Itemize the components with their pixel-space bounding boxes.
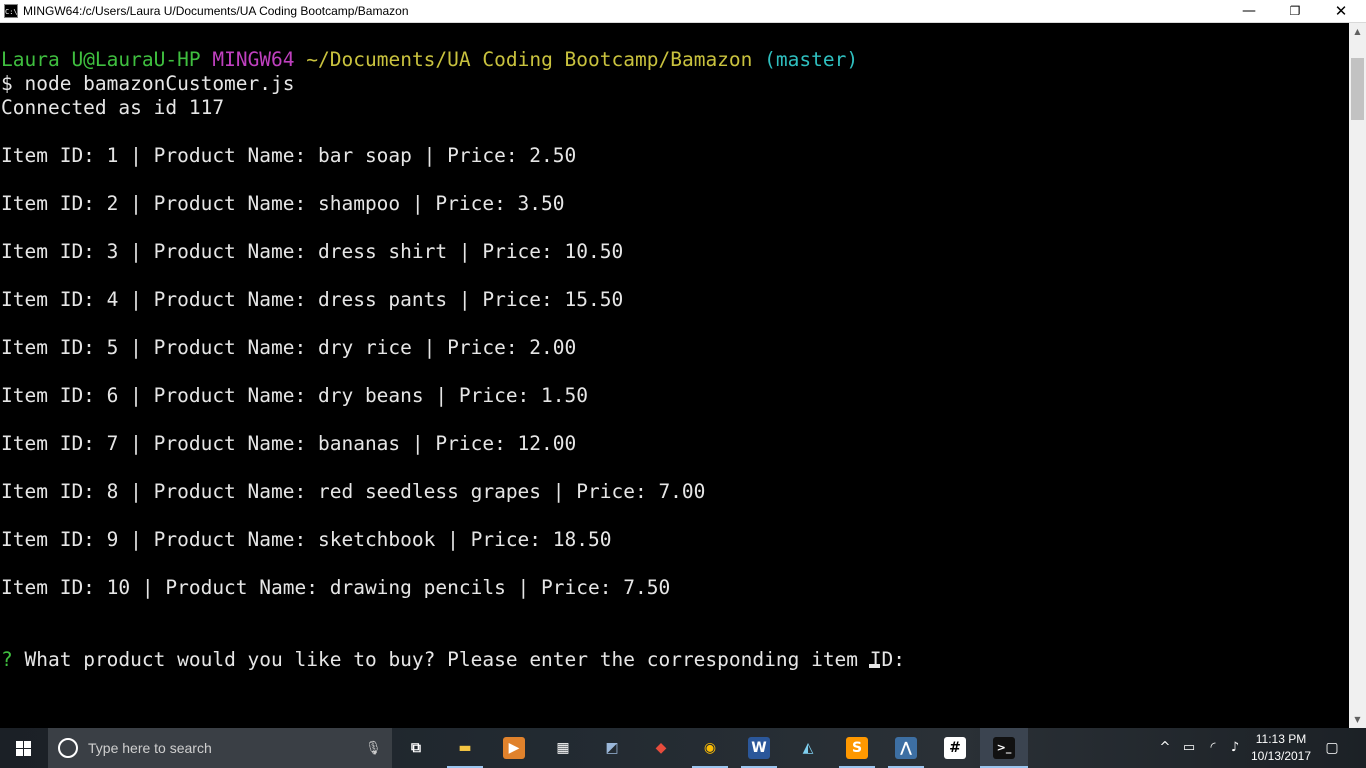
file-explorer-icon: ▬ <box>458 740 472 756</box>
close-button[interactable]: ✕ <box>1318 0 1364 23</box>
shell-prompt-line: Laura U@LauraU-HP MINGW64 ~/Documents/UA… <box>1 48 858 72</box>
media-player-icon: ▶ <box>503 737 525 759</box>
question-mark-icon: ? <box>1 648 13 671</box>
product-line: Item ID: 7 | Product Name: bananas | Pri… <box>1 432 577 455</box>
taskbar-app-task-view[interactable]: ⧉ <box>392 728 440 768</box>
taskbar-app-sublime-text[interactable]: S <box>833 728 881 768</box>
start-button[interactable] <box>0 728 48 768</box>
taskbar-search-box[interactable]: Type here to search 🎙 <box>48 728 392 768</box>
product-line: Item ID: 9 | Product Name: sketchbook | … <box>1 528 612 551</box>
product-line: Item ID: 6 | Product Name: dry beans | P… <box>1 384 588 407</box>
product-line: Item ID: 1 | Product Name: bar soap | Pr… <box>1 144 577 167</box>
taskbar-app-media-player[interactable]: ▶ <box>490 728 538 768</box>
taskbar: Type here to search 🎙 ^ ▭ ◜ ♪ 11:13 PM 1… <box>0 728 1366 768</box>
terminal-output[interactable]: Laura U@LauraU-HP MINGW64 ~/Documents/UA… <box>0 23 1349 728</box>
windows-logo-icon <box>16 741 31 756</box>
action-center-icon[interactable]: ▢ <box>1322 739 1342 757</box>
product-line: Item ID: 3 | Product Name: dress shirt |… <box>1 240 624 263</box>
taskbar-app-mysql-workbench[interactable]: ⋀ <box>882 728 930 768</box>
input-question: What product would you like to buy? Plea… <box>24 648 906 671</box>
taskbar-clock[interactable]: 11:13 PM 10/13/2017 <box>1244 731 1318 765</box>
product-line: Item ID: 8 | Product Name: red seedless … <box>1 480 706 503</box>
microphone-icon[interactable]: 🎙 <box>365 740 382 756</box>
window-title-bar[interactable]: C:\ MINGW64:/c/Users/Laura U/Documents/U… <box>0 0 1366 23</box>
scroll-thumb[interactable] <box>1351 58 1364 120</box>
app-generic-icon: ◩ <box>605 740 619 756</box>
taskbar-app-chrome[interactable]: ◉ <box>686 728 734 768</box>
product-line: Item ID: 10 | Product Name: drawing penc… <box>1 576 671 599</box>
terminal-app-icon: C:\ <box>4 4 18 18</box>
input-prompt-line: ? What product would you like to buy? Pl… <box>1 648 917 672</box>
prompt-branch: (master) <box>764 48 859 71</box>
slack-icon: # <box>944 737 966 759</box>
calculator-icon: ▦ <box>556 740 570 756</box>
sublime-text-icon: S <box>846 737 868 759</box>
app-blue-icon: ◭ <box>802 740 814 756</box>
wifi-icon[interactable]: ◜ <box>1204 740 1222 756</box>
taskbar-app-git-bash[interactable]: >_ <box>980 728 1028 768</box>
product-line: Item ID: 5 | Product Name: dry rice | Pr… <box>1 336 577 359</box>
git-bash-icon: >_ <box>993 737 1015 759</box>
taskbar-app-file-explorer[interactable]: ▬ <box>441 728 489 768</box>
scroll-up-button[interactable]: ▲ <box>1349 23 1366 40</box>
clock-date: 10/13/2017 <box>1250 749 1312 763</box>
cortana-icon <box>58 738 78 758</box>
show-hidden-icons-icon[interactable]: ^ <box>1156 740 1174 756</box>
product-line: Item ID: 4 | Product Name: dress pants |… <box>1 288 624 311</box>
taskbar-app-app-blue[interactable]: ◭ <box>784 728 832 768</box>
taskbar-app-slack[interactable]: # <box>931 728 979 768</box>
connection-status: Connected as id 117 <box>1 96 225 119</box>
mysql-workbench-icon: ⋀ <box>895 737 917 759</box>
maximize-button[interactable]: ❐ <box>1272 0 1318 23</box>
prompt-path: ~/Documents/UA Coding Bootcamp/Bamazon <box>306 48 753 71</box>
taskbar-app-calculator[interactable]: ▦ <box>539 728 587 768</box>
git-gui-icon: ◆ <box>655 740 667 756</box>
command-line: $ node bamazonCustomer.js <box>1 72 295 95</box>
vertical-scrollbar[interactable]: ▲ ▼ <box>1349 23 1366 728</box>
clock-time: 11:13 PM <box>1255 732 1307 746</box>
battery-icon[interactable]: ▭ <box>1180 740 1198 756</box>
word-icon: W <box>748 737 770 759</box>
volume-icon[interactable]: ♪ <box>1226 740 1244 756</box>
minimize-button[interactable]: — <box>1226 0 1272 23</box>
window-title: MINGW64:/c/Users/Laura U/Documents/UA Co… <box>23 4 409 18</box>
prompt-user-host: Laura U@LauraU-HP <box>1 48 201 71</box>
chrome-icon: ◉ <box>703 740 717 756</box>
task-view-icon: ⧉ <box>411 740 421 756</box>
prompt-shell: MINGW64 <box>212 48 295 71</box>
taskbar-app-app-generic[interactable]: ◩ <box>588 728 636 768</box>
scroll-down-button[interactable]: ▼ <box>1349 711 1366 728</box>
search-placeholder: Type here to search <box>88 740 212 756</box>
product-line: Item ID: 2 | Product Name: shampoo | Pri… <box>1 192 565 215</box>
text-cursor <box>869 664 880 668</box>
taskbar-app-word[interactable]: W <box>735 728 783 768</box>
taskbar-app-git-gui[interactable]: ◆ <box>637 728 685 768</box>
